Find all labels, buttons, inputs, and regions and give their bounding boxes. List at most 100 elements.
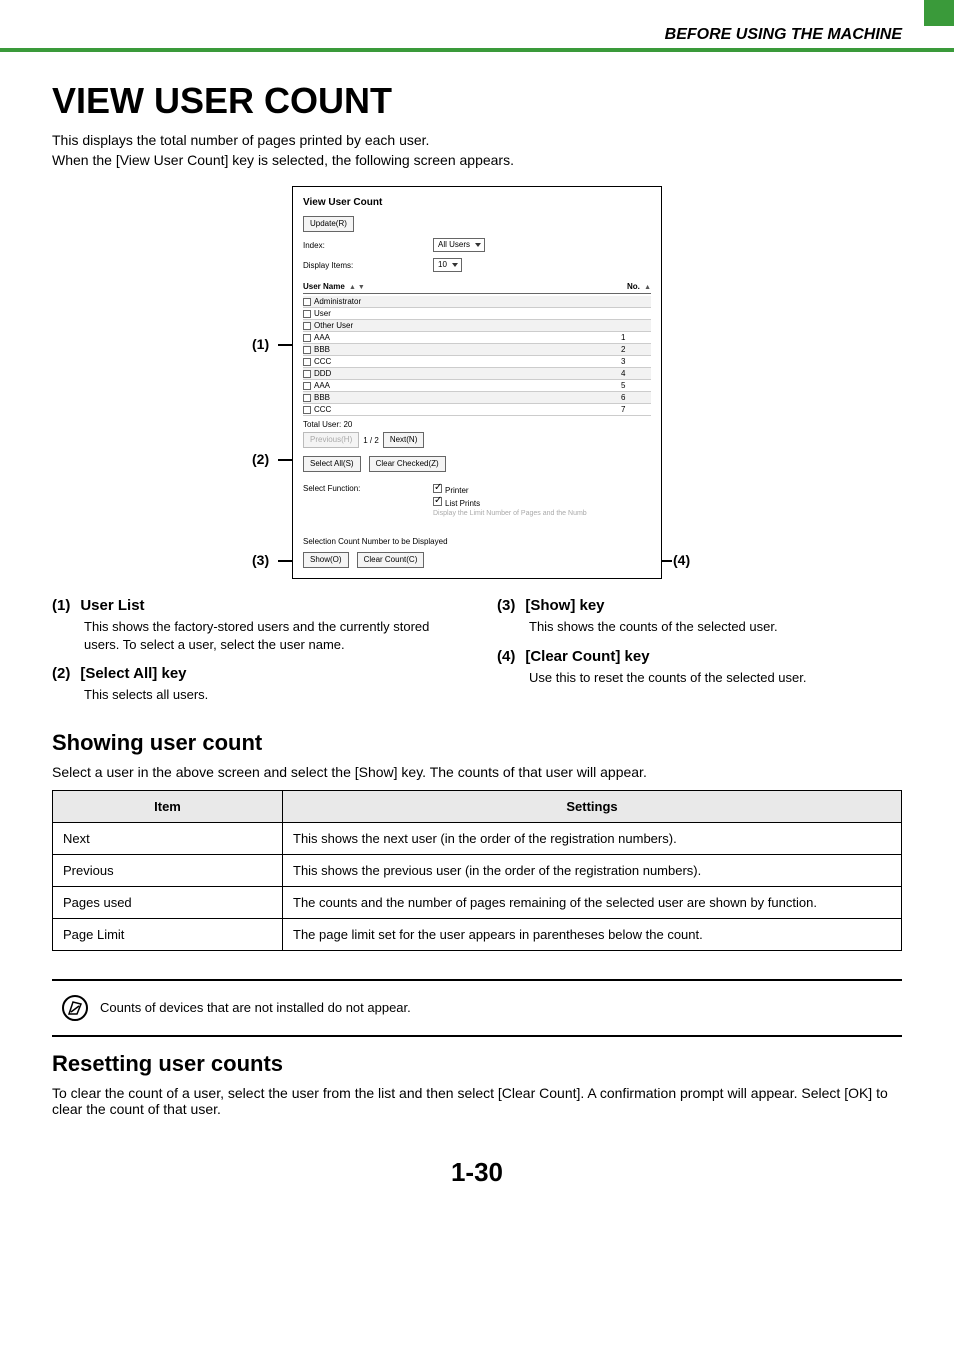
intro-line-1: This displays the total number of pages … (52, 132, 902, 148)
table-row[interactable]: BBB 2 (303, 344, 651, 356)
sort-arrow-icon: ▲ (644, 284, 651, 291)
section-header: BEFORE USING THE MACHINE (0, 26, 954, 52)
showing-intro: Select a user in the above screen and se… (52, 764, 902, 780)
screenshot-title: View User Count (303, 197, 651, 208)
table-row[interactable]: DDD4 (303, 368, 651, 380)
d2-title: [Select All] key (80, 665, 186, 682)
d3-num: (3) (497, 597, 515, 614)
callout-3: (3) (252, 552, 269, 568)
col-user-name[interactable]: User Name (303, 282, 345, 291)
next-button[interactable]: Next(N) (383, 432, 425, 448)
display-items-select[interactable]: 10 (433, 258, 462, 272)
row-checkbox[interactable] (303, 406, 311, 414)
sf-note: Display the Limit Number of Pages and th… (433, 510, 587, 517)
settings-desc: This shows the previous user (in the ord… (283, 854, 902, 886)
page-number: 1-30 (52, 1157, 902, 1188)
note-icon (62, 995, 88, 1021)
checkbox-printer[interactable] (433, 484, 442, 493)
showing-heading: Showing user count (52, 730, 902, 756)
th-settings: Settings (283, 790, 902, 822)
table-row[interactable]: CCC 3 (303, 356, 651, 368)
select-all-button[interactable]: Select All(S) (303, 456, 361, 472)
settings-desc: The counts and the number of pages remai… (283, 886, 902, 918)
row-no: 2 (621, 345, 651, 354)
row-checkbox[interactable] (303, 394, 311, 402)
row-username: AAA (314, 333, 330, 342)
row-checkbox[interactable] (303, 310, 311, 318)
row-no (621, 297, 651, 306)
settings-item: Previous (53, 854, 283, 886)
sf-list: List Prints (445, 499, 480, 508)
row-no: 4 (621, 369, 651, 378)
row-no: 3 (621, 357, 651, 366)
table-row[interactable]: AAA 5 (303, 380, 651, 392)
callout-2: (2) (252, 451, 269, 467)
d4-num: (4) (497, 648, 515, 665)
row-username: CCC (314, 405, 331, 414)
table-row[interactable]: Other User (303, 320, 651, 332)
table-row[interactable]: CCC7 (303, 404, 651, 416)
row-checkbox[interactable] (303, 358, 311, 366)
total-user: Total User: 20 (303, 420, 651, 429)
select-function-label: Select Function: (303, 484, 433, 519)
index-label: Index: (303, 241, 433, 250)
checkbox-list-prints[interactable] (433, 497, 442, 506)
d3-title: [Show] key (525, 597, 604, 614)
update-button[interactable]: Update(R) (303, 216, 354, 232)
row-username: AAA (314, 381, 330, 390)
settings-table: Item Settings NextThis shows the next us… (52, 790, 902, 951)
row-checkbox[interactable] (303, 346, 311, 354)
intro-line-2: When the [View User Count] key is select… (52, 152, 902, 168)
settings-row: PreviousThis shows the previous user (in… (53, 854, 902, 886)
d3-body: This shows the counts of the selected us… (529, 618, 902, 636)
d4-body: Use this to reset the counts of the sele… (529, 669, 902, 687)
resetting-body: To clear the count of a user, select the… (52, 1085, 902, 1117)
resetting-heading: Resetting user counts (52, 1051, 902, 1077)
selection-count-label: Selection Count Number to be Displayed (303, 537, 651, 546)
d2-body: This selects all users. (84, 686, 457, 704)
row-username: CCC (314, 357, 331, 366)
row-no (621, 321, 651, 330)
show-button[interactable]: Show(O) (303, 552, 349, 568)
settings-row: Pages usedThe counts and the number of p… (53, 886, 902, 918)
clear-count-button[interactable]: Clear Count(C) (357, 552, 425, 568)
row-username: Other User (314, 321, 353, 330)
d1-num: (1) (52, 597, 70, 614)
row-checkbox[interactable] (303, 370, 311, 378)
table-row[interactable]: AAA1 (303, 332, 651, 344)
table-row[interactable]: Administrator (303, 296, 651, 308)
col-no[interactable]: No. (627, 282, 640, 291)
row-username: BBB (314, 345, 330, 354)
screenshot-panel: View User Count Update(R) Index: All Use… (292, 186, 662, 579)
th-item: Item (53, 790, 283, 822)
row-no (621, 309, 651, 318)
row-no: 6 (621, 393, 651, 402)
settings-item: Next (53, 822, 283, 854)
settings-desc: The page limit set for the user appears … (283, 918, 902, 950)
clear-checked-button[interactable]: Clear Checked(Z) (369, 456, 446, 472)
settings-item: Pages used (53, 886, 283, 918)
sf-printer: Printer (445, 486, 469, 495)
previous-button[interactable]: Previous(H) (303, 432, 359, 448)
d4-title: [Clear Count] key (525, 648, 649, 665)
page-indicator: 1 / 2 (363, 436, 379, 445)
row-checkbox[interactable] (303, 382, 311, 390)
settings-row: NextThis shows the next user (in the ord… (53, 822, 902, 854)
section-title: BEFORE USING THE MACHINE (665, 26, 902, 43)
settings-desc: This shows the next user (in the order o… (283, 822, 902, 854)
row-username: Administrator (314, 297, 361, 306)
row-checkbox[interactable] (303, 298, 311, 306)
row-no: 5 (621, 381, 651, 390)
table-row[interactable]: User (303, 308, 651, 320)
row-checkbox[interactable] (303, 322, 311, 330)
row-checkbox[interactable] (303, 334, 311, 342)
index-select[interactable]: All Users (433, 238, 485, 252)
d2-num: (2) (52, 665, 70, 682)
display-items-label: Display Items: (303, 261, 433, 270)
table-row[interactable]: BBB6 (303, 392, 651, 404)
note-box: Counts of devices that are not installed… (52, 979, 902, 1037)
page-title: VIEW USER COUNT (52, 80, 902, 122)
sort-arrows-icon: ▲ ▼ (349, 284, 365, 291)
d1-title: User List (80, 597, 144, 614)
callout-1: (1) (252, 336, 269, 352)
